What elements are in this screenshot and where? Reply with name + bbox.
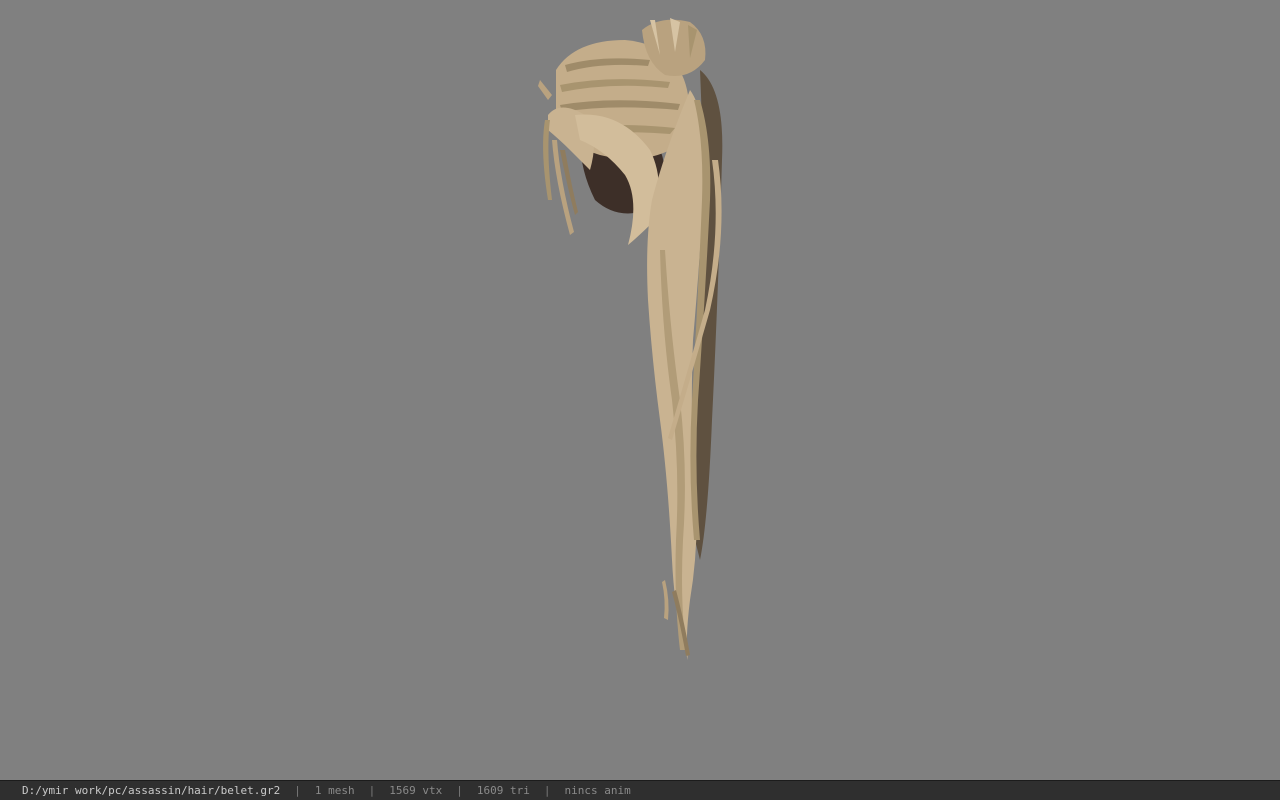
separator: | <box>294 783 301 797</box>
separator: | <box>368 783 376 797</box>
file-path: D:/ymir work/pc/assassin/hair/belet.gr2 <box>22 783 281 797</box>
3d-viewport[interactable] <box>0 0 1280 780</box>
vertex-count: 1569 vtx <box>389 783 443 797</box>
separator: | <box>456 783 463 797</box>
mesh-count: 1 mesh <box>314 783 355 797</box>
hair-mesh-icon <box>538 18 723 660</box>
anim-status: nincs anim <box>564 783 631 797</box>
separator: | <box>543 783 551 797</box>
status-bar: D:/ymir work/pc/assassin/hair/belet.gr2 … <box>0 780 1280 800</box>
triangle-count: 1609 tri <box>476 783 530 797</box>
